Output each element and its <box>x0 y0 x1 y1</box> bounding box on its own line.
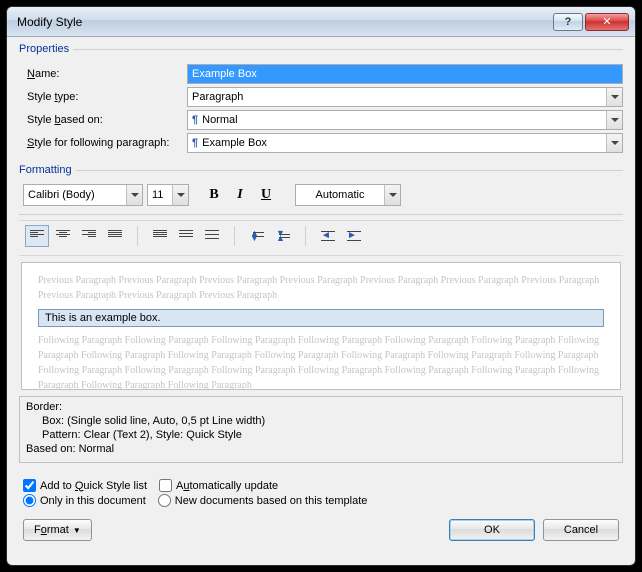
help-button[interactable]: ? <box>553 13 583 31</box>
spacing-1-button[interactable] <box>148 225 172 247</box>
preview-previous-text: Previous Paragraph Previous Paragraph Pr… <box>38 273 604 303</box>
name-input[interactable] <box>187 64 623 84</box>
close-icon: ✕ <box>602 15 611 28</box>
titlebar: Modify Style ? ✕ <box>7 7 635 37</box>
based-on-label: Style based on: <box>19 114 187 126</box>
color-combo[interactable]: Automatic <box>295 184 401 206</box>
size-combo[interactable]: 11 <box>147 184 189 206</box>
pilcrow-icon: ¶ <box>192 114 198 126</box>
window-title: Modify Style <box>17 15 551 29</box>
spacing-1-5-button[interactable] <box>174 225 198 247</box>
chevron-down-icon <box>384 185 400 205</box>
auto-update-checkbox[interactable]: Automatically update <box>159 479 278 492</box>
increase-indent-button[interactable]: ► <box>342 225 366 247</box>
chevron-down-icon <box>172 185 188 205</box>
chevron-down-icon <box>606 111 622 129</box>
spacing-2-button[interactable] <box>200 225 224 247</box>
align-center-icon <box>56 230 70 242</box>
align-center-button[interactable] <box>51 225 75 247</box>
space-before-inc-button[interactable]: ▲▼ <box>245 225 269 247</box>
align-right-button[interactable] <box>77 225 101 247</box>
spacing-medium-icon <box>179 230 193 242</box>
name-label: Name: <box>19 68 187 80</box>
chevron-down-icon <box>606 88 622 106</box>
align-justify-button[interactable] <box>103 225 127 247</box>
align-justify-icon <box>108 230 122 242</box>
increase-indent-icon: ► <box>347 230 361 242</box>
preview-following-text: Following Paragraph Following Paragraph … <box>38 333 604 390</box>
modify-style-dialog: Modify Style ? ✕ Properties Name: Style … <box>6 6 636 566</box>
italic-button[interactable]: I <box>229 184 251 206</box>
bold-button[interactable]: B <box>203 184 225 206</box>
close-button[interactable]: ✕ <box>585 13 629 31</box>
format-button[interactable]: Format▼ <box>23 519 92 541</box>
style-type-combo[interactable]: Paragraph <box>187 87 623 107</box>
spacing-single-icon <box>153 230 167 242</box>
para-space-dec-icon: ▼▲ <box>276 229 290 243</box>
align-right-icon <box>82 230 96 242</box>
underline-button[interactable]: U <box>255 184 277 206</box>
formatting-group: Formatting Calibri (Body) 11 B I U Autom… <box>19 164 623 467</box>
only-this-doc-radio[interactable]: Only in this document <box>23 494 146 507</box>
para-space-inc-icon: ▲▼ <box>250 229 264 243</box>
following-label: Style for following paragraph: <box>19 137 187 149</box>
style-info: Border: Box: (Single solid line, Auto, 0… <box>19 396 623 463</box>
preview-example-line: This is an example box. <box>38 309 604 327</box>
style-type-label: Style type: <box>19 91 187 103</box>
add-quick-style-checkbox[interactable]: Add to Quick Style list <box>23 479 147 492</box>
preview-pane: Previous Paragraph Previous Paragraph Pr… <box>21 262 621 390</box>
align-left-icon <box>30 230 44 242</box>
following-combo[interactable]: ¶Example Box <box>187 133 623 153</box>
font-combo[interactable]: Calibri (Body) <box>23 184 143 206</box>
decrease-indent-icon: ◄ <box>321 230 335 242</box>
chevron-down-icon <box>606 134 622 152</box>
properties-legend: Properties <box>19 43 73 55</box>
chevron-down-icon: ▼ <box>73 526 81 535</box>
formatting-legend: Formatting <box>19 164 76 176</box>
new-docs-radio[interactable]: New documents based on this template <box>158 494 368 507</box>
spacing-double-icon <box>205 230 219 242</box>
based-on-combo[interactable]: ¶Normal <box>187 110 623 130</box>
align-left-button[interactable] <box>25 225 49 247</box>
space-before-dec-button[interactable]: ▼▲ <box>271 225 295 247</box>
decrease-indent-button[interactable]: ◄ <box>316 225 340 247</box>
cancel-button[interactable]: Cancel <box>543 519 619 541</box>
ok-button[interactable]: OK <box>449 519 535 541</box>
properties-group: Properties Name: Style type: Paragraph S… <box>19 43 623 160</box>
pilcrow-icon: ¶ <box>192 137 198 149</box>
chevron-down-icon <box>126 185 142 205</box>
